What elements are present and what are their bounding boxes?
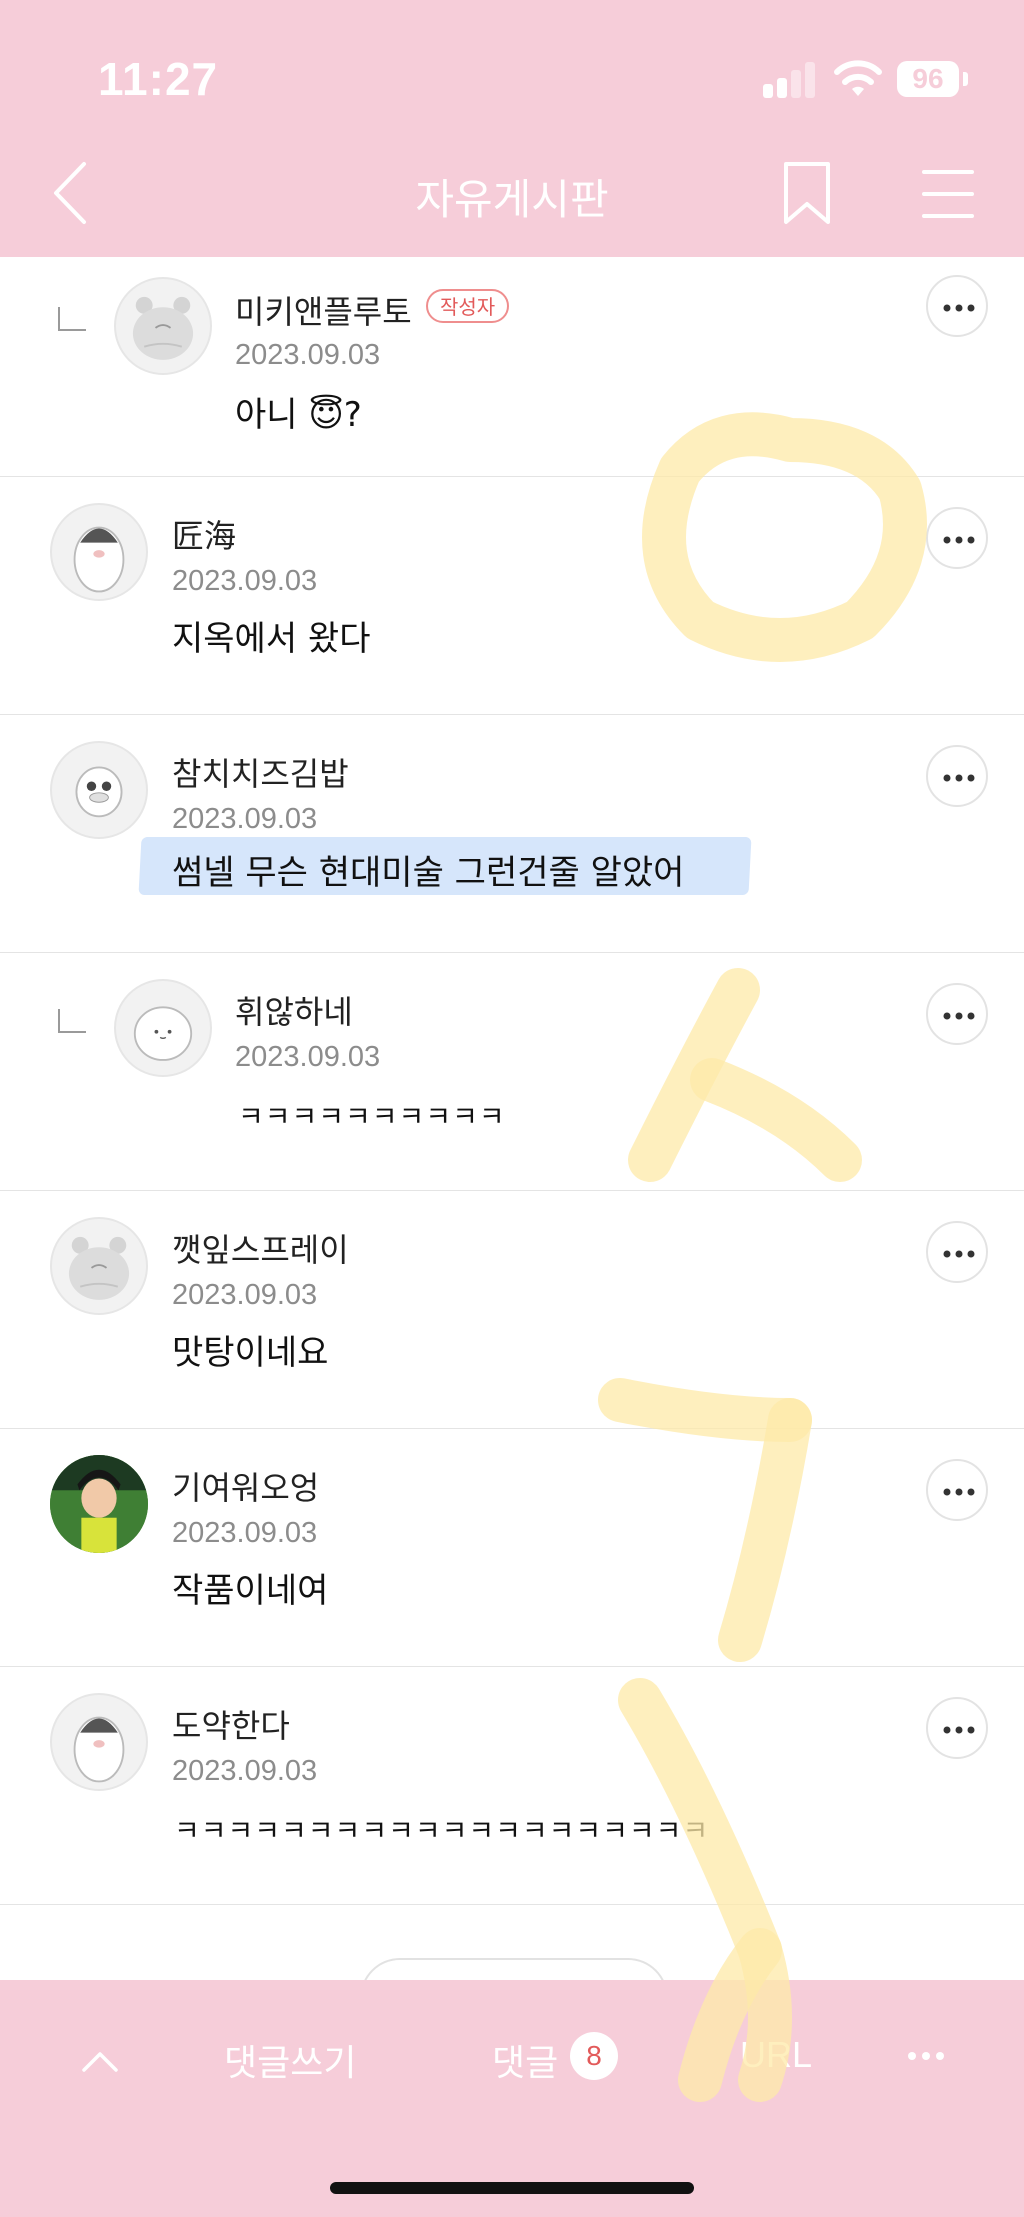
- comment-nickname[interactable]: 참치치즈김밥: [172, 749, 349, 795]
- comment-text: 지옥에서 왔다: [172, 619, 371, 659]
- reply-indicator-icon: [58, 1009, 86, 1033]
- signal-icon: [763, 62, 815, 98]
- comment-count-badge: 8: [570, 2032, 618, 2080]
- comment-nickname[interactable]: 휘않하네: [235, 987, 353, 1033]
- comment-date: 2023.09.03: [235, 1041, 381, 1073]
- more-options-button[interactable]: [926, 745, 988, 807]
- battery-tip: [963, 72, 968, 86]
- penguin-avatar[interactable]: [50, 1693, 148, 1791]
- more-dots-icon: [943, 304, 975, 312]
- comment-text: 썸넬 무슨 현대미술 그런건줄 알았어: [172, 853, 685, 893]
- comment-item: 도약한다 2023.09.03 ㅋㅋㅋㅋㅋㅋㅋㅋㅋㅋㅋㅋㅋㅋㅋㅋㅋㅋㅋㅋ: [0, 1667, 1024, 1905]
- hamster-avatar[interactable]: [114, 277, 212, 375]
- comment-nickname[interactable]: 匠海: [172, 511, 236, 557]
- more-dots-icon: [943, 1012, 975, 1020]
- more-options-button[interactable]: [926, 275, 988, 337]
- comment-date: 2023.09.03: [172, 803, 318, 835]
- page-title: 자유게시판: [415, 175, 609, 224]
- comment-nickname[interactable]: 기여워오엉: [172, 1463, 319, 1509]
- author-badge: 작성자: [426, 289, 510, 323]
- more-dots-icon[interactable]: [906, 2050, 946, 2062]
- comments-button[interactable]: 댓글: [492, 2034, 558, 2086]
- more-dots-icon: [943, 1726, 975, 1734]
- comment-item: 匠海 2023.09.03 지옥에서 왔다: [0, 477, 1024, 715]
- comment-nickname[interactable]: 깻잎스프레이: [172, 1225, 349, 1271]
- comment-item: 기여워오엉 2023.09.03 작품이네여: [0, 1429, 1024, 1667]
- comment-text: 아니 😇?: [235, 395, 362, 435]
- chevron-up-icon[interactable]: [80, 2046, 120, 2076]
- comment-item: 깻잎스프레이 2023.09.03 맛탕이네요: [0, 1191, 1024, 1429]
- blob-avatar[interactable]: [114, 979, 212, 1077]
- more-options-button[interactable]: [926, 1221, 988, 1283]
- status-time: 11:27: [98, 53, 219, 105]
- more-options-button[interactable]: [926, 983, 988, 1045]
- comment-date: 2023.09.03: [172, 1279, 318, 1311]
- comment-date: 2023.09.03: [172, 565, 318, 597]
- duck-avatar[interactable]: [50, 741, 148, 839]
- more-options-button[interactable]: [926, 507, 988, 569]
- more-dots-icon: [943, 536, 975, 544]
- comment-item: 참치치즈김밥 2023.09.03 썸넬 무슨 현대미술 그런건줄 알았어: [0, 715, 1024, 953]
- penguin-avatar[interactable]: [50, 503, 148, 601]
- hamburger-menu-icon[interactable]: [920, 166, 976, 222]
- comment-date: 2023.09.03: [172, 1755, 318, 1787]
- comment-text: ㅋㅋㅋㅋㅋㅋㅋㅋㅋㅋ: [238, 1100, 506, 1133]
- more-dots-icon: [943, 1250, 975, 1258]
- comment-date: 2023.09.03: [235, 339, 381, 371]
- bookmark-icon[interactable]: [780, 160, 834, 226]
- home-indicator: [330, 2182, 694, 2194]
- hamster-avatar[interactable]: [50, 1217, 148, 1315]
- reply-indicator-icon: [58, 307, 86, 331]
- url-button[interactable]: URL: [740, 2034, 812, 2076]
- comment-nickname[interactable]: 미키앤플루토: [235, 287, 412, 333]
- app-header: 자유게시판: [0, 120, 1024, 257]
- photo-avatar[interactable]: [50, 1455, 148, 1553]
- more-dots-icon: [943, 1488, 975, 1496]
- comment-text: 맛탕이네요: [172, 1333, 329, 1373]
- comment-item: 휘않하네 2023.09.03 ㅋㅋㅋㅋㅋㅋㅋㅋㅋㅋ: [0, 953, 1024, 1191]
- comment-date: 2023.09.03: [172, 1517, 318, 1549]
- comment-item: 미키앤플루토 작성자 2023.09.03 아니 😇?: [0, 257, 1024, 477]
- comment-text: ㅋㅋㅋㅋㅋㅋㅋㅋㅋㅋㅋㅋㅋㅋㅋㅋㅋㅋㅋㅋ: [174, 1814, 710, 1847]
- more-dots-icon: [943, 774, 975, 782]
- comment-text: 작품이네여: [172, 1571, 329, 1611]
- more-options-button[interactable]: [926, 1459, 988, 1521]
- wifi-icon: [834, 60, 882, 96]
- more-options-button[interactable]: [926, 1697, 988, 1759]
- write-comment-button[interactable]: 댓글쓰기: [224, 2034, 356, 2086]
- battery-icon: 96: [897, 61, 959, 97]
- comment-nickname[interactable]: 도약한다: [172, 1701, 290, 1747]
